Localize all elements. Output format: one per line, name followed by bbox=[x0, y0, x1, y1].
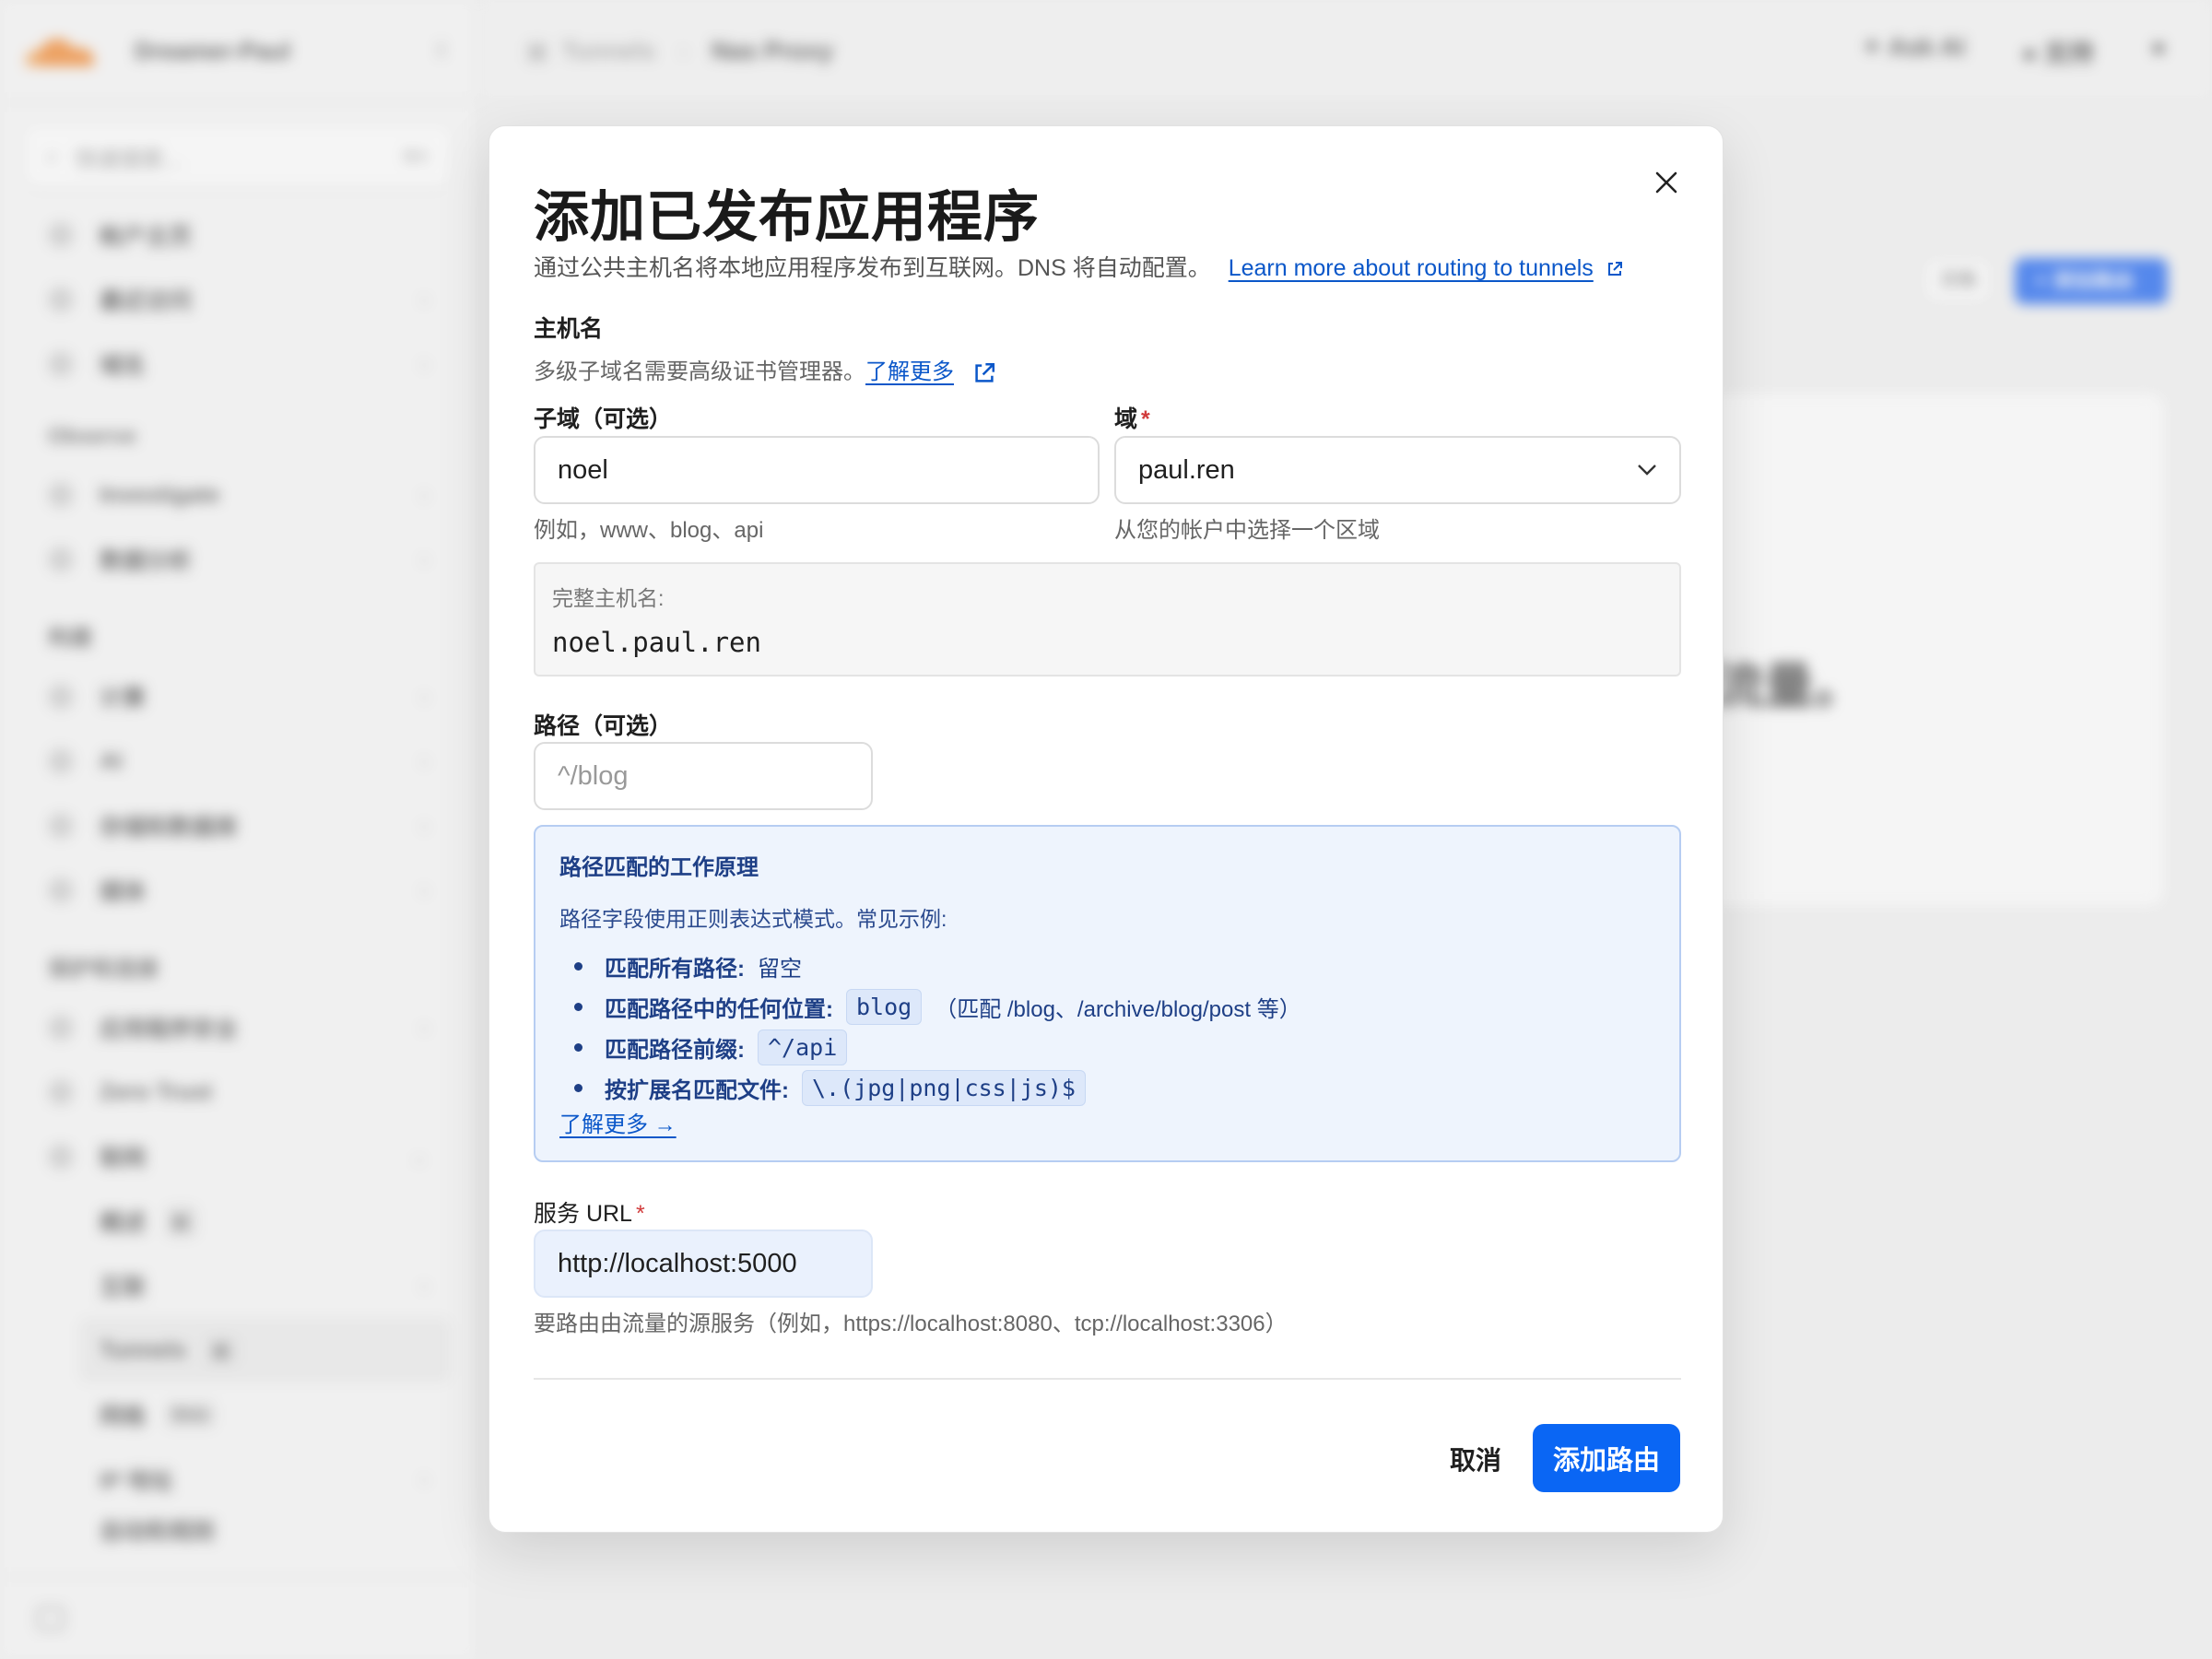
example-label: 按扩展名匹配文件: bbox=[605, 1077, 789, 1103]
service-url-label-text: 服务 URL bbox=[534, 1201, 632, 1227]
hostname-hint-text: 多级子域名需要高级证书管理器。 bbox=[534, 359, 865, 384]
hostname-heading: 主机名 bbox=[534, 316, 604, 342]
path-input[interactable]: ^/blog bbox=[534, 742, 873, 810]
info-title: 路径匹配的工作原理 bbox=[559, 855, 759, 880]
example-label: 匹配路径中的任何位置: bbox=[605, 996, 833, 1022]
service-url-input[interactable]: http://localhost:5000 bbox=[534, 1230, 873, 1298]
example-code: blog bbox=[846, 988, 923, 1025]
cancel-button[interactable]: 取消 bbox=[1420, 1426, 1531, 1492]
subdomain-hint: 例如，www、blog、api bbox=[534, 518, 764, 543]
path-matching-info: 路径匹配的工作原理 路径字段使用正则表达式模式。常见示例: 匹配所有路径: 留空 … bbox=[534, 825, 1681, 1162]
close-icon bbox=[1655, 171, 1677, 194]
example-code: ^/api bbox=[758, 1029, 848, 1065]
service-url-hint: 要路由由流量的源服务（例如，https://localhost:8080、tcp… bbox=[534, 1312, 1288, 1336]
subdomain-input[interactable]: noel bbox=[534, 436, 1100, 504]
full-hostname-value: noel.paul.ren bbox=[552, 627, 761, 658]
domain-select[interactable]: paul.ren bbox=[1114, 436, 1681, 504]
dialog-subtitle-text: 通过公共主机名将本地应用程序发布到互联网。DNS 将自动配置。 bbox=[534, 255, 1211, 281]
path-learn-more-link[interactable]: 了解更多 → bbox=[559, 1106, 677, 1138]
domain-label: 域 * bbox=[1114, 401, 1150, 434]
hostname-hint: 多级子域名需要高级证书管理器。了解更多 bbox=[534, 353, 997, 386]
path-label: 路径（可选） bbox=[534, 713, 673, 739]
service-url-label: 服务 URL * bbox=[534, 1195, 645, 1229]
info-description: 路径字段使用正则表达式模式。常见示例: bbox=[559, 907, 947, 931]
path-placeholder: ^/blog bbox=[558, 760, 629, 791]
subdomain-label: 子域（可选） bbox=[534, 406, 673, 432]
add-route-submit-button[interactable]: 添加路由 bbox=[1533, 1424, 1680, 1492]
external-link-icon bbox=[1607, 262, 1622, 276]
external-link-icon bbox=[975, 362, 994, 382]
example-label: 匹配所有路径: bbox=[605, 956, 745, 982]
service-url-value: http://localhost:5000 bbox=[558, 1248, 797, 1278]
example-value: 留空 bbox=[758, 956, 802, 982]
required-marker: * bbox=[1141, 406, 1150, 432]
dialog-subtitle: 通过公共主机名将本地应用程序发布到互联网。DNS 将自动配置。 Learn mo… bbox=[534, 250, 1624, 283]
footer-divider bbox=[534, 1378, 1681, 1380]
full-hostname-label: 完整主机名: bbox=[552, 586, 665, 610]
close-button[interactable] bbox=[1643, 159, 1689, 206]
routing-docs-link[interactable]: Learn more about routing to tunnels bbox=[1229, 255, 1594, 281]
required-marker: * bbox=[635, 1201, 645, 1227]
list-item: 匹配路径前缀: ^/api bbox=[559, 1027, 1655, 1067]
list-item: 匹配路径中的任何位置: blog （匹配 /blog、/archive/blog/p… bbox=[559, 986, 1655, 1027]
list-item: 匹配所有路径: 留空 bbox=[559, 946, 1655, 986]
full-hostname-preview: 完整主机名: noel.paul.ren bbox=[534, 562, 1681, 677]
example-note: （匹配 /blog、/archive/blog/post 等） bbox=[935, 996, 1301, 1022]
example-code: \.(jpg|png|css|js)$ bbox=[802, 1069, 1086, 1106]
domain-value: paul.ren bbox=[1138, 454, 1235, 485]
domain-hint: 从您的帐户中选择一个区域 bbox=[1114, 518, 1380, 543]
dialog-title: 添加已发布应用程序 bbox=[534, 186, 1040, 248]
add-published-app-dialog: 添加已发布应用程序 通过公共主机名将本地应用程序发布到互联网。DNS 将自动配置… bbox=[488, 125, 1724, 1533]
list-item: 按扩展名匹配文件: \.(jpg|png|css|js)$ bbox=[559, 1067, 1655, 1108]
chevron-down-icon bbox=[1638, 465, 1656, 476]
domain-label-text: 域 bbox=[1114, 406, 1138, 432]
learn-more-link[interactable]: 了解更多 bbox=[865, 359, 954, 384]
example-label: 匹配路径前缀: bbox=[605, 1037, 745, 1063]
info-examples: 匹配所有路径: 留空 匹配路径中的任何位置: blog （匹配 /blog、/arch… bbox=[559, 946, 1655, 1108]
subdomain-value: noel bbox=[558, 454, 608, 485]
